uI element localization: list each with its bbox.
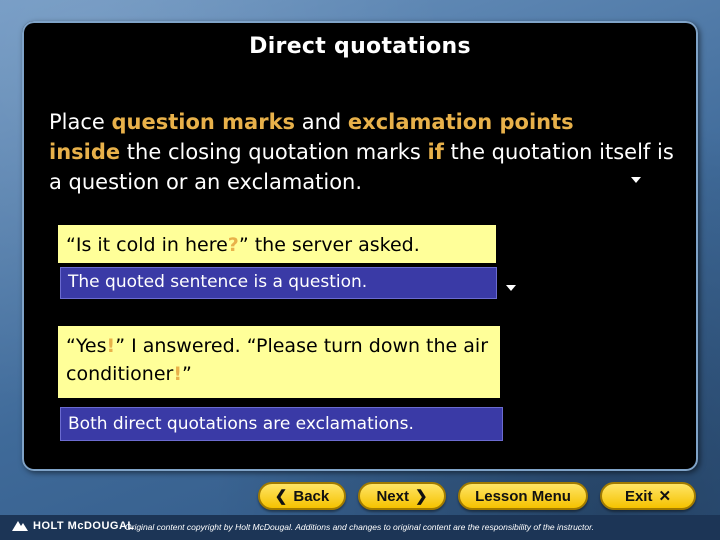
lesson-menu-label: Lesson Menu bbox=[475, 487, 571, 505]
logo-text: HOLT McDOUGAL bbox=[33, 520, 135, 532]
exit-label: Exit bbox=[624, 487, 653, 505]
intro-text-part: the closing quotation marks bbox=[120, 140, 428, 164]
copyright-text: Original content copyright by Holt McDou… bbox=[125, 522, 595, 532]
reveal-arrow-icon[interactable] bbox=[506, 285, 516, 291]
example2-quote-box: “Yes!” I answered. “Please turn down the… bbox=[58, 326, 500, 398]
exclamation-mark: ! bbox=[173, 363, 183, 385]
highlight-if: if bbox=[427, 140, 444, 164]
highlight-exclamation-points: exclamation points bbox=[347, 110, 574, 134]
close-icon: ✕ bbox=[658, 488, 672, 505]
closing-quote: ” bbox=[238, 234, 249, 256]
chevron-right-icon: ❯ bbox=[414, 488, 428, 505]
intro-text-part: Place bbox=[49, 110, 112, 134]
example1-note: The quoted sentence is a question. bbox=[60, 267, 497, 299]
intro-text: Place question marks and exclamation poi… bbox=[49, 107, 689, 197]
chevron-left-icon: ❮ bbox=[274, 488, 288, 505]
back-button[interactable]: ❮ Back bbox=[258, 482, 346, 510]
example2-quote-text: ” I answered. “Please turn down the air … bbox=[66, 335, 489, 385]
question-mark: ? bbox=[227, 234, 239, 256]
highlight-question-marks: question marks bbox=[111, 110, 296, 134]
closing-quote: ” bbox=[182, 363, 192, 385]
reveal-arrow-icon[interactable] bbox=[631, 177, 641, 183]
exit-button[interactable]: Exit ✕ bbox=[600, 482, 696, 510]
nav-bar: ❮ Back Next ❯ Lesson Menu Exit ✕ bbox=[0, 482, 720, 512]
back-label: Back bbox=[293, 487, 330, 505]
logo-mark-icon bbox=[12, 521, 28, 531]
next-label: Next bbox=[376, 487, 409, 505]
example2-note: Both direct quotations are exclamations. bbox=[60, 407, 503, 441]
next-button[interactable]: Next ❯ bbox=[358, 482, 446, 510]
slide-title: Direct quotations bbox=[249, 34, 471, 59]
highlight-inside: inside bbox=[49, 140, 121, 164]
exclamation-mark: ! bbox=[106, 335, 116, 357]
footer: HOLT McDOUGAL Original content copyright… bbox=[0, 515, 720, 540]
publisher-logo: HOLT McDOUGAL bbox=[12, 520, 135, 532]
example1-quote-box: “Is it cold in here?” the server asked. bbox=[58, 225, 496, 263]
example1-rest-text: the server asked. bbox=[248, 234, 420, 256]
intro-text-part: and bbox=[295, 110, 348, 134]
lesson-menu-button[interactable]: Lesson Menu bbox=[458, 482, 588, 510]
example1-quote-text: “Is it cold in here bbox=[66, 234, 228, 256]
example2-quote-text: “Yes bbox=[66, 335, 107, 357]
